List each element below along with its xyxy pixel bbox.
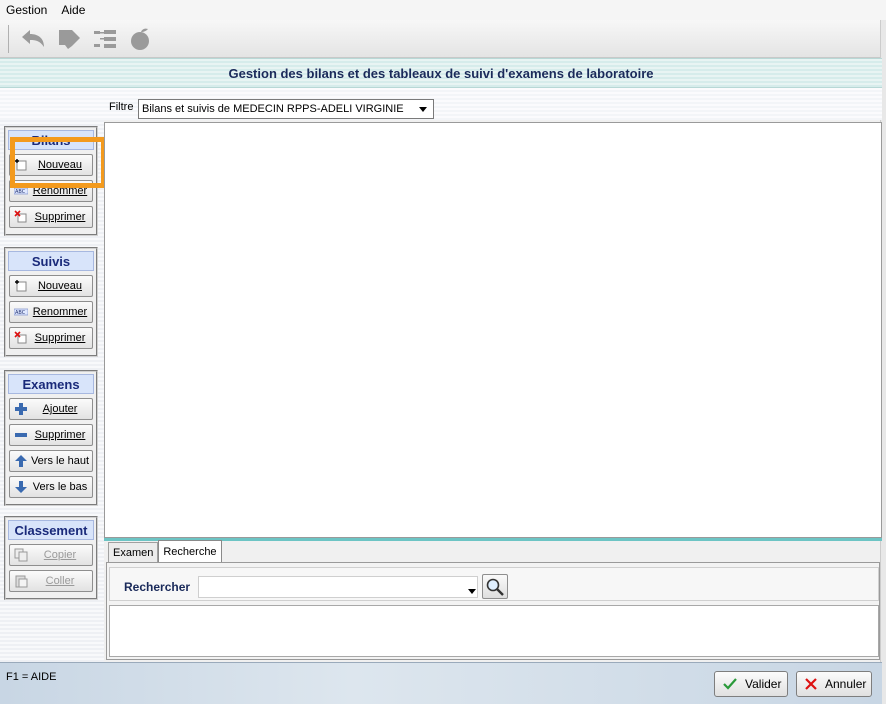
group-suivis-title: Suivis	[8, 251, 94, 271]
menu-aide[interactable]: Aide	[55, 3, 93, 17]
group-classement-title: Classement	[8, 520, 94, 540]
tree-structure-icon[interactable]	[89, 23, 121, 55]
toolbar	[0, 20, 880, 58]
cancel-button[interactable]: Annuler	[796, 671, 872, 697]
group-classement: Classement Copier Coller	[4, 516, 98, 600]
delete-x-icon	[14, 331, 28, 345]
page-title: Gestion des bilans et des tableaux de su…	[0, 58, 882, 88]
group-examens: Examens Ajouter Supprimer Vers le haut V…	[4, 370, 98, 506]
examens-delete-button[interactable]: Supprimer	[9, 424, 93, 446]
svg-text:ABC: ABC	[15, 189, 26, 195]
menu-bar: Gestion Aide	[0, 0, 886, 20]
plus-icon	[14, 402, 28, 416]
check-icon	[723, 677, 737, 691]
search-label: Rechercher	[124, 580, 191, 594]
toolbar-separator	[8, 24, 9, 53]
help-hint: F1 = AIDE	[6, 671, 57, 683]
search-icon	[486, 578, 504, 596]
group-suivis: Suivis Nouveau ABC Renommer Supprimer	[4, 247, 98, 357]
arrow-down-icon	[14, 480, 28, 494]
search-results[interactable]	[109, 605, 879, 657]
suivis-delete-label: Supprimer	[34, 332, 86, 344]
tab-recherche-label: Recherche	[163, 545, 217, 558]
highlight-box	[10, 137, 106, 188]
copy-icon	[14, 548, 28, 562]
suivis-delete-button[interactable]: Supprimer	[9, 327, 93, 349]
menu-aide-label: Aide	[61, 3, 86, 17]
minus-icon	[14, 428, 28, 442]
examens-move-up-label: Vers le haut	[30, 455, 90, 467]
classement-paste-button[interactable]: Coller	[9, 570, 93, 592]
examens-move-up-button[interactable]: Vers le haut	[9, 450, 93, 472]
validate-label: Valider	[745, 677, 782, 691]
examens-add-label: Ajouter	[42, 403, 78, 415]
bilans-delete-label: Supprimer	[34, 211, 86, 223]
tag-icon[interactable]	[53, 23, 85, 55]
suivis-rename-label: Renommer	[32, 306, 88, 318]
close-icon	[805, 678, 817, 690]
examens-add-button[interactable]: Ajouter	[9, 398, 93, 420]
filter-select-value: Bilans et suivis de MEDECIN RPPS-ADELI V…	[142, 103, 404, 115]
search-input[interactable]	[198, 576, 478, 598]
rename-abc-icon: ABC	[14, 305, 28, 319]
classement-copy-label: Copier	[43, 549, 77, 561]
suivis-new-label: Nouveau	[37, 280, 83, 292]
examens-move-down-button[interactable]: Vers le bas	[9, 476, 93, 498]
arrow-up-icon	[14, 454, 28, 468]
main-list-panel[interactable]	[104, 122, 882, 538]
svg-text:ABC: ABC	[15, 310, 26, 316]
status-bar: F1 = AIDE Valider Annuler	[0, 662, 882, 704]
menu-gestion-label: Gestion	[6, 3, 48, 17]
chevron-down-icon[interactable]	[468, 589, 476, 594]
validate-button[interactable]: Valider	[714, 671, 788, 697]
bilans-delete-button[interactable]: Supprimer	[9, 206, 93, 228]
tab-recherche[interactable]: Recherche	[158, 540, 222, 562]
suivis-rename-button[interactable]: ABC Renommer	[9, 301, 93, 323]
filter-label: Filtre	[109, 101, 134, 113]
bottom-tabs: Examen Recherche	[108, 540, 222, 562]
tab-examen[interactable]: Examen	[108, 542, 159, 562]
suivis-new-button[interactable]: Nouveau	[9, 275, 93, 297]
group-examens-title: Examens	[8, 374, 94, 394]
delete-x-icon	[14, 210, 28, 224]
classement-paste-label: Coller	[45, 575, 75, 587]
chevron-down-icon	[419, 107, 427, 112]
new-doc-icon	[14, 279, 28, 293]
paste-icon	[14, 574, 28, 588]
tab-examen-label: Examen	[113, 546, 154, 559]
examens-move-down-label: Vers le bas	[32, 481, 88, 493]
apple-icon[interactable]	[125, 23, 157, 55]
search-button[interactable]	[482, 574, 508, 599]
filter-select[interactable]: Bilans et suivis de MEDECIN RPPS-ADELI V…	[138, 99, 434, 119]
menu-gestion[interactable]: Gestion	[0, 3, 55, 17]
cancel-label: Annuler	[825, 677, 867, 691]
classement-copy-button[interactable]: Copier	[9, 544, 93, 566]
search-row: Rechercher	[109, 567, 879, 601]
back-arrow-icon[interactable]	[17, 23, 49, 55]
search-tab-panel: Rechercher	[106, 562, 880, 660]
examens-delete-label: Supprimer	[34, 429, 86, 441]
